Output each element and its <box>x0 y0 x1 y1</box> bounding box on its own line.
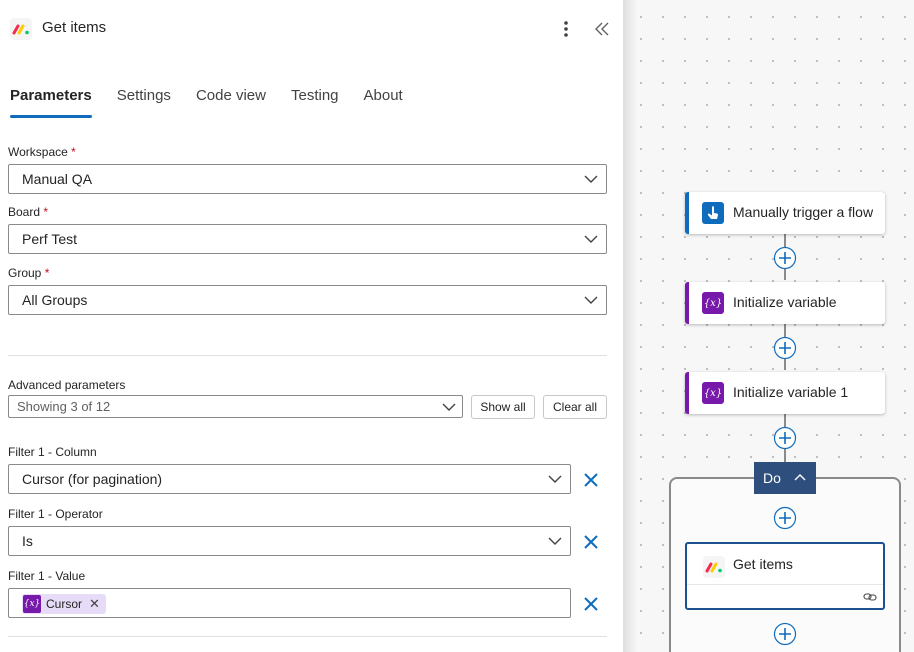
monday-logo-icon <box>703 556 725 578</box>
add-step-icon[interactable] <box>773 622 797 646</box>
token-label: Cursor <box>46 597 83 611</box>
monday-logo-icon <box>10 18 32 40</box>
workspace-label: Workspace * <box>8 145 76 159</box>
tab-bar: Parameters Settings Code view Testing Ab… <box>10 86 428 120</box>
node-accent-bar <box>685 282 689 324</box>
chevron-down-icon <box>548 537 562 545</box>
tab-testing[interactable]: Testing <box>291 86 339 118</box>
add-step-icon[interactable] <box>773 336 797 360</box>
remove-filter-column-icon[interactable] <box>582 471 600 489</box>
required-mark: * <box>44 266 50 280</box>
manual-trigger-icon <box>702 202 724 224</box>
filter-operator-value: Is <box>22 533 33 549</box>
more-options-icon[interactable] <box>556 18 576 40</box>
panel-title: Get items <box>42 19 107 36</box>
variable-icon: {x} <box>23 595 41 613</box>
node-label: Initialize variable 1 <box>733 384 849 400</box>
chevron-down-icon <box>584 175 598 183</box>
board-label: Board * <box>8 205 49 219</box>
flow-node-manual-trigger[interactable]: Manually trigger a flow <box>685 192 885 234</box>
filter-operator-dropdown[interactable]: Is <box>8 526 571 556</box>
chevron-up-icon <box>794 474 806 481</box>
tab-parameters[interactable]: Parameters <box>10 86 92 118</box>
group-dropdown[interactable]: All Groups <box>8 285 607 315</box>
required-mark: * <box>71 145 76 159</box>
cursor-token[interactable]: {x} Cursor ✕ <box>22 594 106 614</box>
node-divider <box>687 584 883 585</box>
group-label: Group * <box>8 266 50 280</box>
do-scope-header[interactable]: Do <box>754 462 816 494</box>
filter-column-dropdown[interactable]: Cursor (for pagination) <box>8 464 571 494</box>
node-accent-bar <box>685 372 689 414</box>
tab-code-view[interactable]: Code view <box>196 86 266 118</box>
variable-icon: {x} <box>702 292 724 314</box>
node-label: Initialize variable <box>733 294 837 310</box>
link-icon[interactable] <box>863 590 877 604</box>
advanced-parameters-dropdown[interactable]: Showing 3 of 12 <box>8 395 463 418</box>
add-step-icon[interactable] <box>773 506 797 530</box>
variable-icon: {x} <box>702 382 724 404</box>
collapse-panel-icon[interactable] <box>592 18 612 40</box>
flow-node-initialize-variable[interactable]: {x} Initialize variable <box>685 282 885 324</box>
remove-token-icon[interactable]: ✕ <box>89 596 100 612</box>
workspace-value: Manual QA <box>22 171 93 187</box>
node-label: Get items <box>733 556 793 572</box>
chevron-down-icon <box>584 296 598 304</box>
filter-column-label: Filter 1 - Column <box>8 445 97 459</box>
node-accent-bar <box>685 192 689 234</box>
board-dropdown[interactable]: Perf Test <box>8 224 607 254</box>
filter-value-label: Filter 1 - Value <box>8 569 86 583</box>
action-details-panel: Get items Parameters Settings Code view … <box>0 0 623 652</box>
flow-node-get-items[interactable]: Get items <box>685 542 885 610</box>
section-divider <box>8 355 607 356</box>
flow-node-initialize-variable-1[interactable]: {x} Initialize variable 1 <box>685 372 885 414</box>
show-all-button[interactable]: Show all <box>471 395 535 419</box>
node-label: Manually trigger a flow <box>733 204 874 220</box>
filter-operator-label: Filter 1 - Operator <box>8 507 103 521</box>
chevron-down-icon <box>548 475 562 483</box>
required-mark: * <box>43 205 49 219</box>
group-value: All Groups <box>22 292 88 308</box>
remove-filter-operator-icon[interactable] <box>582 533 600 551</box>
board-value: Perf Test <box>22 231 77 247</box>
section-divider <box>8 636 607 637</box>
tab-about[interactable]: About <box>364 86 403 118</box>
clear-all-button[interactable]: Clear all <box>543 395 607 419</box>
chevron-down-icon <box>442 403 456 411</box>
tab-settings[interactable]: Settings <box>117 86 171 118</box>
panel-shadow <box>623 0 637 652</box>
add-step-icon[interactable] <box>773 246 797 270</box>
scope-label: Do <box>763 470 781 486</box>
workspace-dropdown[interactable]: Manual QA <box>8 164 607 194</box>
advanced-parameters-summary: Showing 3 of 12 <box>17 399 111 414</box>
filter-column-value: Cursor (for pagination) <box>22 471 163 487</box>
remove-filter-value-icon[interactable] <box>582 595 600 613</box>
advanced-parameters-label: Advanced parameters <box>8 378 126 392</box>
add-step-icon[interactable] <box>773 426 797 450</box>
chevron-down-icon <box>584 235 598 243</box>
